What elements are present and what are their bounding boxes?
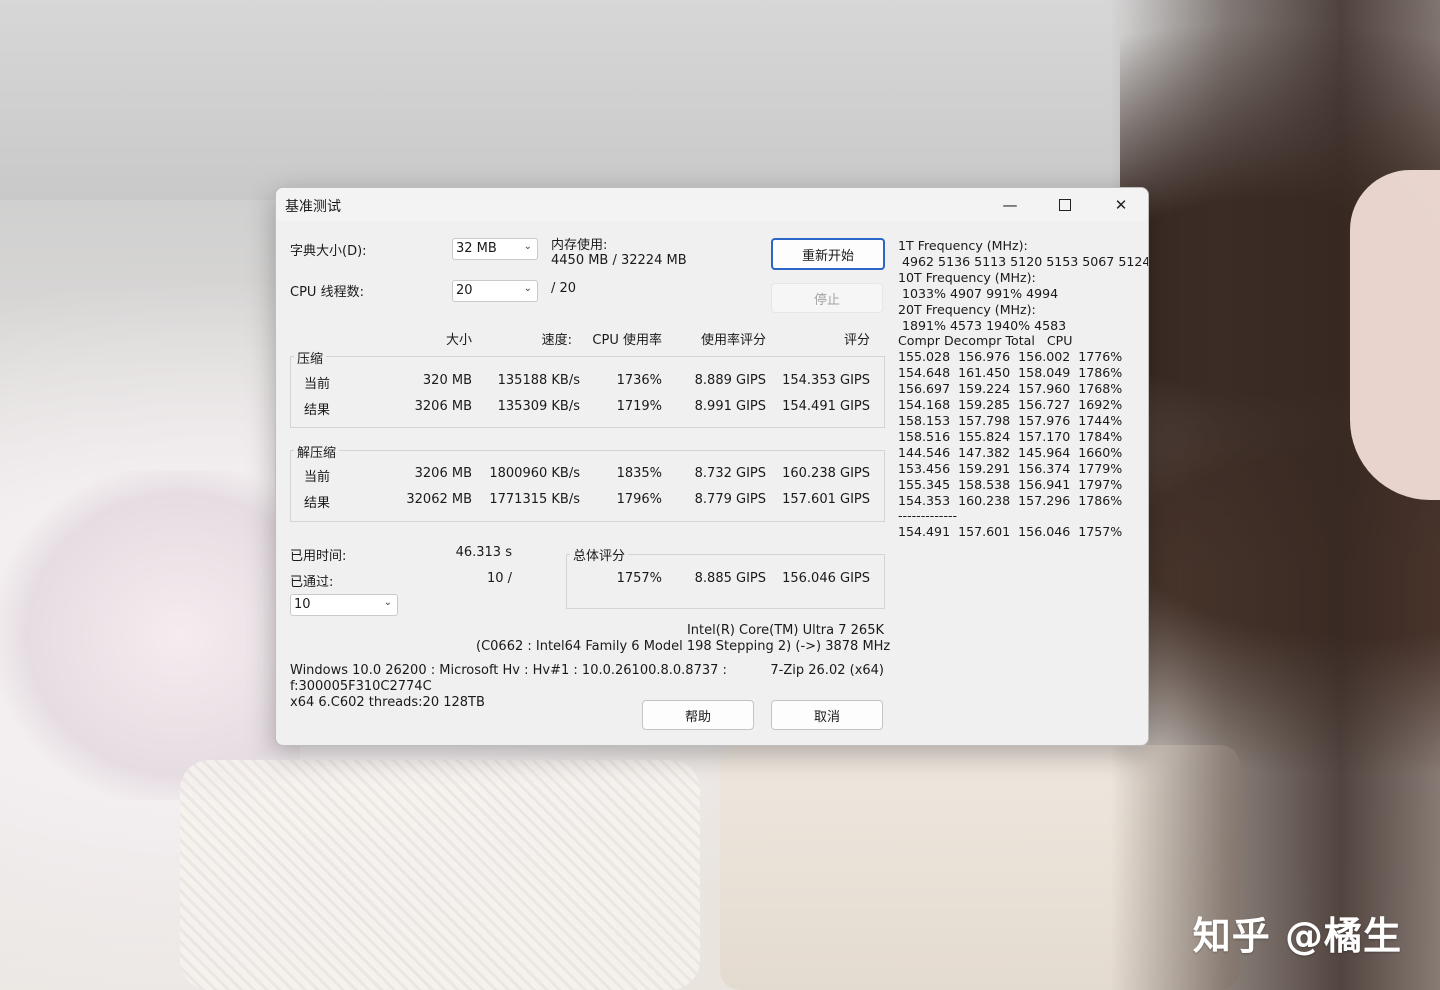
cell-size: 320 MB bbox=[422, 373, 472, 388]
background-hair bbox=[1110, 0, 1440, 990]
maximize-button[interactable] bbox=[1037, 188, 1093, 221]
header-size: 大小 bbox=[445, 333, 472, 348]
close-button[interactable]: ✕ bbox=[1093, 188, 1148, 221]
threads-value: 20 bbox=[456, 283, 473, 298]
cell-score: 154.491 GIPS bbox=[782, 399, 870, 414]
log-line: 154.168 159.285 156.727 1692% bbox=[898, 397, 1123, 413]
cpu-details: (C0662 : Intel64 Family 6 Model 198 Step… bbox=[476, 639, 891, 654]
log-line: 153.456 159.291 156.374 1779% bbox=[898, 460, 1123, 476]
cpu-name: Intel(R) Core(TM) Ultra 7 265K bbox=[686, 623, 884, 638]
cell-score: 157.601 GIPS bbox=[782, 492, 870, 507]
chevron-down-icon: ⌄ bbox=[523, 283, 532, 294]
header-usage-rating: 使用率评分 bbox=[700, 333, 766, 348]
background-lace bbox=[180, 760, 700, 990]
cell-rating: 8.991 GIPS bbox=[694, 399, 766, 414]
total-label: 总体评分 bbox=[570, 545, 629, 564]
cell-size: 3206 MB bbox=[414, 399, 472, 414]
cell-usage: 1835% bbox=[616, 466, 662, 481]
passed-value: 10 / bbox=[486, 571, 512, 586]
background-face bbox=[1350, 170, 1440, 500]
cancel-button[interactable]: 取消 bbox=[771, 700, 883, 730]
log-line: Compr Decompr Total CPU bbox=[898, 333, 1073, 349]
stop-button[interactable]: 停止 bbox=[771, 283, 883, 313]
title-bar[interactable]: 基准测试 — ✕ bbox=[276, 188, 1148, 221]
cell-usage: 1796% bbox=[616, 492, 662, 507]
decompress-group bbox=[290, 450, 885, 522]
cell-size: 32062 MB bbox=[406, 492, 472, 507]
total-usage: 1757% bbox=[616, 571, 662, 586]
memory-value: 4450 MB / 32224 MB bbox=[551, 253, 687, 268]
restart-button[interactable]: 重新开始 bbox=[771, 238, 885, 270]
cell-rating: 8.889 GIPS bbox=[694, 373, 766, 388]
threads-select[interactable]: 20 ⌄ bbox=[452, 280, 538, 302]
total-score: 156.046 GIPS bbox=[782, 571, 870, 586]
background-wall bbox=[0, 0, 1120, 200]
os-info-line: f:300005F310C2774C bbox=[290, 679, 432, 694]
log-line: 155.028 156.976 156.002 1776% bbox=[898, 349, 1123, 365]
elapsed-label: 已用时间: bbox=[290, 549, 347, 564]
memory-label: 内存使用: bbox=[551, 238, 608, 253]
dict-size-select[interactable]: 32 MB ⌄ bbox=[452, 238, 538, 260]
dict-size-value: 32 MB bbox=[456, 241, 497, 256]
maximize-icon bbox=[1059, 198, 1071, 211]
log-line: 20T Frequency (MHz): bbox=[898, 301, 1036, 317]
os-info-line: x64 6.C602 threads:20 128TB bbox=[290, 695, 485, 710]
cell-speed: 135188 KB/s bbox=[497, 373, 580, 388]
decompress-label: 解压缩 bbox=[294, 442, 340, 461]
passes-value: 10 bbox=[294, 597, 311, 612]
log-line: 154.353 160.238 157.296 1786% bbox=[898, 492, 1123, 508]
cell-usage: 1736% bbox=[616, 373, 662, 388]
cell-rating: 8.732 GIPS bbox=[694, 466, 766, 481]
cell-score: 160.238 GIPS bbox=[782, 466, 870, 481]
help-button[interactable]: 帮助 bbox=[642, 700, 754, 730]
results-log: 1T Frequency (MHz): 4962 5136 5113 5120 … bbox=[898, 238, 1149, 540]
log-line: 1T Frequency (MHz): bbox=[898, 238, 1028, 253]
total-rating: 8.885 GIPS bbox=[694, 571, 766, 586]
minimize-button[interactable]: — bbox=[982, 188, 1038, 221]
cell-rating: 8.779 GIPS bbox=[694, 492, 766, 507]
row-label: 当前 bbox=[304, 470, 331, 485]
log-line: 154.648 161.450 158.049 1786% bbox=[898, 365, 1123, 381]
log-line: 154.491 157.601 156.046 1757% bbox=[898, 524, 1123, 540]
passes-select[interactable]: 10 ⌄ bbox=[290, 594, 398, 616]
background-pillow bbox=[0, 470, 300, 800]
cell-usage: 1719% bbox=[616, 399, 662, 414]
cell-speed: 1800960 KB/s bbox=[489, 466, 580, 481]
log-line: 1033% 4907 991% 4994 bbox=[898, 285, 1059, 301]
row-label: 当前 bbox=[304, 377, 331, 392]
compress-group bbox=[290, 356, 885, 428]
log-line: 155.345 158.538 156.941 1797% bbox=[898, 476, 1123, 492]
row-label: 结果 bbox=[304, 403, 331, 418]
log-line: 1891% 4573 1940% 4583 bbox=[898, 317, 1067, 333]
log-line: 158.153 157.798 157.976 1744% bbox=[898, 412, 1123, 428]
threads-total: / 20 bbox=[551, 281, 577, 296]
chevron-down-icon: ⌄ bbox=[383, 597, 392, 608]
log-line: 158.516 155.824 157.170 1784% bbox=[898, 428, 1123, 444]
benchmark-window: 基准测试 — ✕ 字典大小(D): 32 MB ⌄ CPU 线程数: 20 ⌄ … bbox=[275, 187, 1149, 746]
threads-label: CPU 线程数: bbox=[290, 285, 364, 300]
cell-size: 3206 MB bbox=[414, 466, 472, 481]
log-line: ------------- bbox=[898, 508, 958, 524]
passed-label: 已通过: bbox=[290, 575, 334, 590]
close-icon: ✕ bbox=[1114, 195, 1128, 214]
cell-speed: 135309 KB/s bbox=[497, 399, 580, 414]
chevron-down-icon: ⌄ bbox=[523, 241, 532, 252]
header-speed: 速度: bbox=[541, 333, 572, 348]
cell-score: 154.353 GIPS bbox=[782, 373, 870, 388]
log-line: 10T Frequency (MHz): bbox=[898, 269, 1036, 285]
dict-size-label: 字典大小(D): bbox=[290, 244, 367, 259]
header-cpu-usage: CPU 使用率 bbox=[592, 333, 662, 348]
row-label: 结果 bbox=[304, 496, 331, 511]
os-info-line: Windows 10.0 26200 : Microsoft Hv : Hv#1… bbox=[290, 663, 727, 678]
elapsed-value: 46.313 s bbox=[455, 545, 512, 560]
cell-speed: 1771315 KB/s bbox=[489, 492, 580, 507]
minimize-icon: — bbox=[1002, 195, 1018, 214]
compress-label: 压缩 bbox=[294, 348, 327, 367]
window-title: 基准测试 bbox=[285, 199, 341, 215]
watermark: 知乎 @橘生 bbox=[1192, 914, 1402, 958]
log-line: 144.546 147.382 145.964 1660% bbox=[898, 444, 1123, 460]
log-line: 156.697 159.224 157.960 1768% bbox=[898, 381, 1123, 397]
log-line: 4962 5136 5113 5120 5153 5067 5124 bbox=[898, 253, 1149, 269]
header-rating: 评分 bbox=[843, 333, 870, 348]
